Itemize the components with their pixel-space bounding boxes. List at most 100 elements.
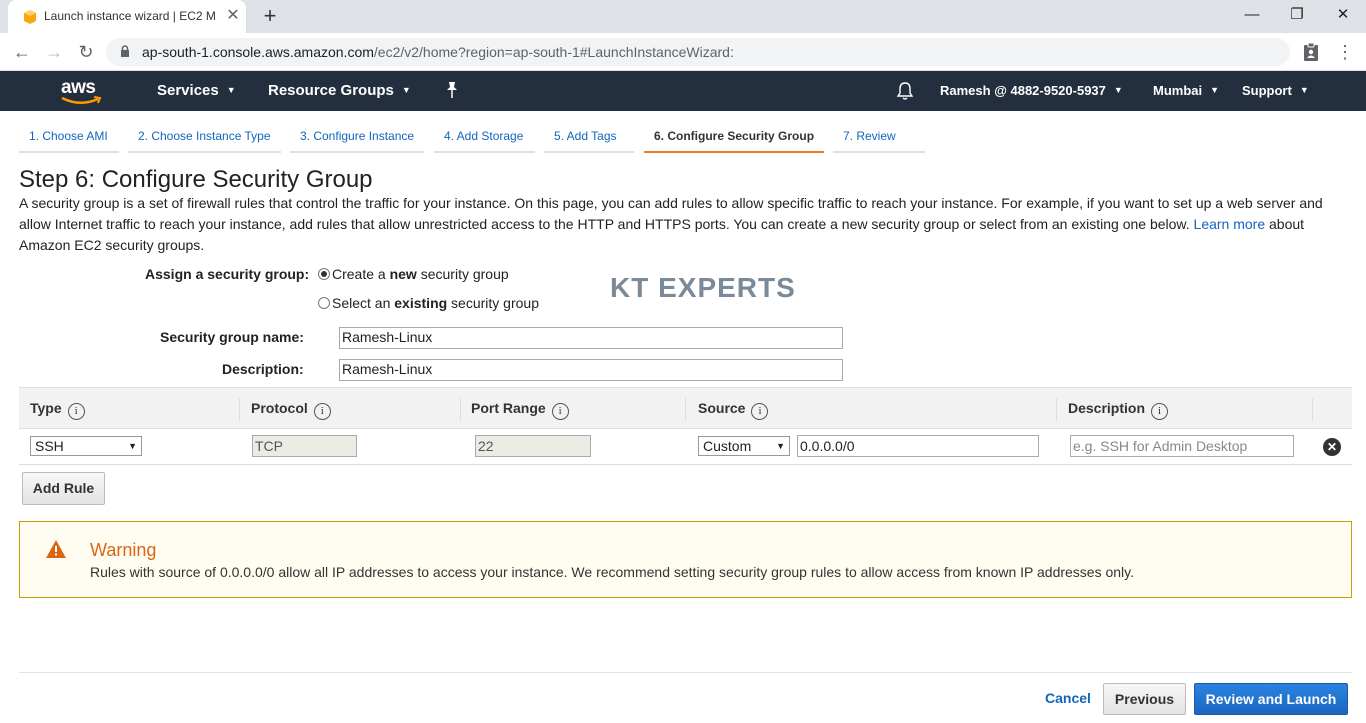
url-host: ap-south-1.console.aws.amazon.com [142,44,374,60]
services-menu[interactable]: Services ▼ [157,82,236,99]
column-divider [239,398,240,420]
tab-choose-instance-type[interactable]: 2. Choose Instance Type [128,129,281,153]
pin-icon[interactable] [444,81,460,99]
browser-toolbar: ← → ↻ ap-south-1.console.aws.amazon.com/… [0,33,1366,71]
lock-icon [121,45,129,57]
back-icon[interactable]: ← [11,41,33,63]
aws-favicon-icon [24,10,36,24]
radio-new-prefix: Create a [332,266,390,282]
browser-tab-title: Launch instance wizard | EC2 Ma [44,9,216,23]
review-and-launch-button[interactable]: Review and Launch [1194,683,1348,715]
browser-tab[interactable]: Launch instance wizard | EC2 Ma ✕ [8,0,246,33]
column-header-type: Type i [30,400,85,420]
protocol-field: TCP [252,435,357,457]
warning-icon [46,540,66,558]
column-header-port-range: Port Range i [471,400,569,420]
rule-description-input[interactable]: e.g. SSH for Admin Desktop [1070,435,1294,457]
dropdown-arrow-icon: ▼ [776,441,785,451]
page-title: Step 6: Configure Security Group [19,166,373,193]
account-label: Ramesh @ 4882-9520-5937 [940,83,1106,98]
security-group-name-input[interactable]: Ramesh-Linux [339,327,843,349]
intro-body: A security group is a set of firewall ru… [19,195,1323,232]
info-icon[interactable]: i [313,403,331,420]
security-group-name-label: Security group name: [160,329,304,345]
close-window-icon[interactable]: ✕ [1331,5,1355,25]
type-select-value: SSH [35,438,64,454]
chevron-down-icon: ▼ [226,85,236,95]
url-text: ap-south-1.console.aws.amazon.com/ec2/v2… [142,44,734,60]
add-rule-button[interactable]: Add Rule [22,472,105,505]
chevron-down-icon: ▼ [401,85,411,95]
info-icon[interactable]: i [551,403,569,420]
chevron-down-icon: ▼ [1210,85,1220,95]
info-icon[interactable]: i [1151,403,1169,420]
dropdown-arrow-icon: ▼ [128,441,137,451]
previous-button[interactable]: Previous [1103,683,1186,715]
minimize-icon[interactable]: — [1240,5,1264,25]
chevron-down-icon: ▼ [1299,85,1309,95]
tab-add-tags[interactable]: 5. Add Tags [544,129,634,153]
restore-icon[interactable]: ❐ [1285,5,1309,25]
column-divider [685,398,686,420]
clipboard-extension-icon[interactable] [1302,42,1320,62]
cancel-button[interactable]: Cancel [1045,690,1091,706]
watermark: KT EXPERTS [610,272,796,303]
browser-menu-icon[interactable]: ⋮ [1336,41,1354,63]
description-label: Description: [222,361,304,377]
info-icon[interactable]: i [751,403,769,420]
info-icon[interactable]: i [67,403,85,420]
tab-choose-ami[interactable]: 1. Choose AMI [19,129,119,153]
radio-existing-bold: existing [394,295,448,311]
radio-new-bold: new [389,266,417,282]
column-divider [460,398,461,420]
header-source-label: Source [698,400,746,416]
radio-create-new[interactable]: Create a new security group [318,266,509,282]
header-type-label: Type [30,400,62,416]
chevron-down-icon: ▼ [1113,85,1123,95]
source-cidr-input[interactable]: 0.0.0.0/0 [797,435,1039,457]
warning-text: Rules with source of 0.0.0.0/0 allow all… [90,564,1135,580]
close-tab-icon[interactable]: ✕ [224,7,242,25]
aws-nav-bar: aws Services ▼ Resource Groups ▼ Ramesh @ … [0,71,1366,111]
column-header-source: Source i [698,400,769,420]
radio-existing-prefix: Select an [332,295,395,311]
assign-security-group-label: Assign a security group: [145,266,310,282]
radio-checked-icon[interactable] [318,268,330,280]
radio-select-existing[interactable]: Select an existing security group [318,295,539,311]
forward-icon[interactable]: → [43,41,65,63]
reload-icon[interactable]: ↻ [75,41,97,63]
rules-table-header: Type i Protocol i Port Range i Source i Desc… [19,387,1352,429]
column-header-description: Description i [1068,400,1169,420]
warning-title: Warning [90,540,157,560]
new-tab-icon[interactable]: + [258,4,282,28]
description-input[interactable]: Ramesh-Linux [339,359,843,381]
column-divider [1312,398,1313,420]
resource-groups-menu[interactable]: Resource Groups ▼ [268,82,411,99]
tab-configure-security-group[interactable]: 6. Configure Security Group [644,129,824,153]
tab-review[interactable]: 7. Review [833,129,925,153]
bell-icon[interactable] [896,81,914,101]
footer-divider [19,672,1352,673]
tab-add-storage[interactable]: 4. Add Storage [434,129,535,153]
source-type-value: Custom [703,438,752,454]
source-type-select[interactable]: Custom ▼ [698,436,790,456]
port-range-field: 22 [475,435,591,457]
browser-tab-strip: Launch instance wizard | EC2 Ma ✕ + — ❐ … [0,0,1366,33]
account-menu[interactable]: Ramesh @ 4882-9520-5937 ▼ [940,83,1123,98]
learn-more-link[interactable]: Learn more [1194,216,1266,232]
region-menu[interactable]: Mumbai ▼ [1153,83,1219,98]
aws-logo[interactable]: aws [58,75,104,107]
header-description-label: Description [1068,400,1146,416]
wizard-steps: 1. Choose AMI 2. Choose Instance Type 3.… [0,111,1366,155]
support-menu[interactable]: Support ▼ [1242,83,1309,98]
column-header-protocol: Protocol i [251,400,331,420]
header-protocol-label: Protocol [251,400,308,416]
type-select[interactable]: SSH ▼ [30,436,142,456]
radio-unchecked-icon[interactable] [318,297,330,309]
address-bar[interactable]: ap-south-1.console.aws.amazon.com/ec2/v2… [106,38,1290,66]
aws-smile-icon [61,96,102,104]
region-label: Mumbai [1153,83,1203,98]
services-label: Services [157,82,219,99]
tab-configure-instance[interactable]: 3. Configure Instance [290,129,424,153]
remove-rule-icon[interactable]: ✕ [1323,438,1341,456]
